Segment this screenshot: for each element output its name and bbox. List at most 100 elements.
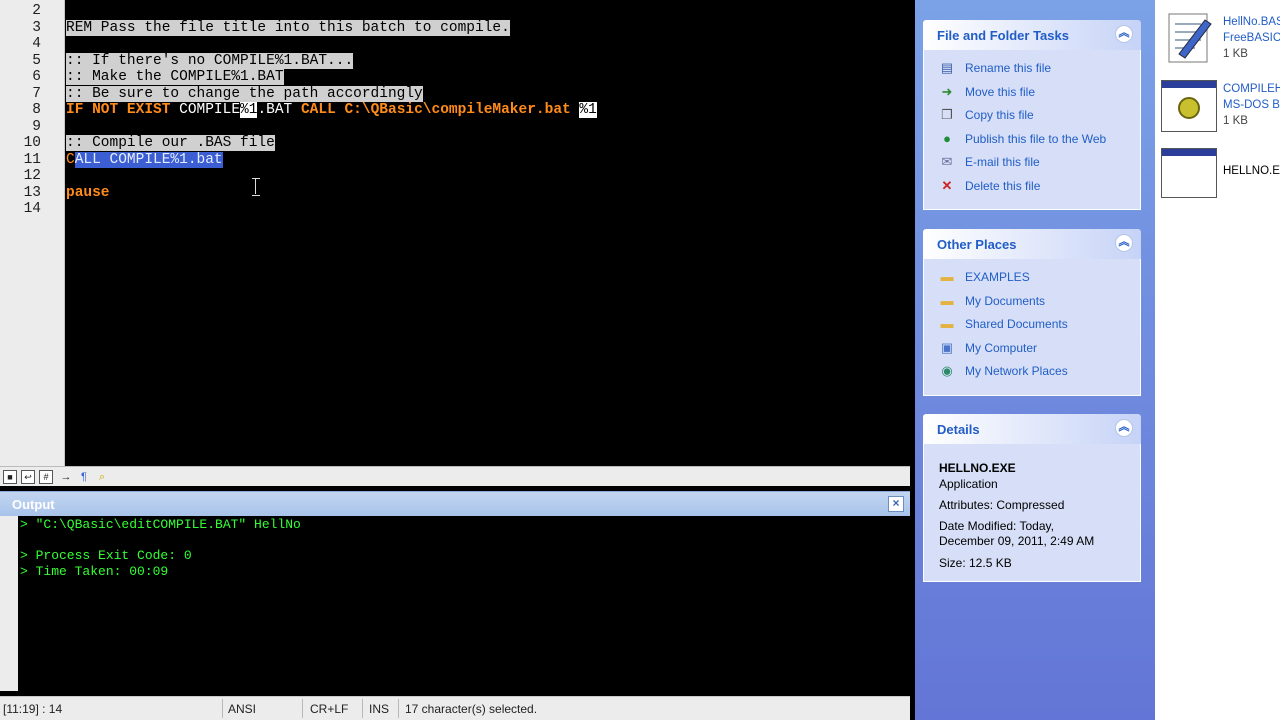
line-number: 12 — [23, 168, 41, 184]
stop-icon[interactable]: ■ — [3, 470, 17, 484]
detail-filename: HELLNO.EXE — [939, 461, 1016, 475]
code-line-10[interactable]: :: Compile our .BAS file — [66, 135, 275, 152]
panel-title: Details — [937, 422, 980, 437]
line-number-gutter: 2 3 4 5 6 7 8 9 10 11 12 13 14 — [0, 0, 65, 466]
code-area[interactable]: REM Pass the file title into this batch … — [66, 0, 910, 466]
code-line-5[interactable]: :: If there's no COMPILE%1.BAT... — [66, 52, 354, 70]
details-header[interactable]: Details ︽ — [923, 414, 1141, 444]
line-start-char: C — [66, 151, 75, 168]
folder-icon: ▬ — [940, 316, 954, 331]
collapse-icon[interactable]: ︽ — [1115, 234, 1133, 252]
comment: :: If there's no COMPILE%1.BAT... — [66, 52, 354, 69]
file-type: MS-DOS B — [1223, 99, 1280, 111]
line-number: 11 — [23, 151, 41, 168]
task-label: Delete this file — [965, 179, 1041, 193]
compile-text: COMPILE — [170, 102, 241, 118]
text-cursor-icon — [252, 176, 260, 196]
pause-keyword: pause — [66, 184, 110, 201]
detail-type: Application — [939, 477, 998, 491]
output-panel-header: Output × — [0, 491, 910, 516]
delete-icon: ✕ — [941, 178, 953, 193]
output-line: > "C:\QBasic\editCOMPILE.BAT" HellNo — [20, 517, 301, 532]
collapse-icon[interactable]: ︽ — [1115, 25, 1133, 43]
code-editor[interactable]: 2 3 4 5 6 7 8 9 10 11 12 13 14 REM Pass … — [0, 0, 910, 466]
comment: :: Make the COMPILE%1.BAT — [66, 69, 284, 85]
output-console[interactable]: > "C:\QBasic\editCOMPILE.BAT" HellNo > P… — [18, 516, 910, 691]
output-line: > Time Taken: 00:09 — [20, 564, 169, 579]
code-line-8[interactable]: IF NOT EXIST COMPILE%1.BAT CALL C:\QBasi… — [66, 102, 597, 119]
code-line-7[interactable]: :: Be sure to change the path accordingl… — [66, 85, 423, 103]
encoding-status: ANSI — [228, 702, 257, 716]
place-label: My Computer — [965, 341, 1038, 355]
details-body: HELLNO.EXE Application Attributes: Compr… — [923, 444, 1141, 582]
folder-icon: ▬ — [940, 269, 954, 284]
collapse-icon[interactable]: ︽ — [1115, 419, 1133, 437]
line-number: 6 — [32, 69, 41, 85]
exe-file-icon — [1161, 148, 1217, 198]
network-icon: ◉ — [941, 363, 953, 378]
place-label: My Documents — [965, 294, 1046, 308]
move-icon: ➜ — [941, 84, 953, 99]
place-label: Shared Documents — [965, 317, 1068, 331]
insert-mode-status: INS — [369, 702, 390, 716]
publish-web-icon: ● — [943, 131, 951, 146]
pin-icon[interactable]: ⌕ — [94, 469, 110, 485]
variable-token: %1 — [579, 102, 597, 118]
task-label: Publish this file to the Web — [965, 132, 1107, 146]
line-number: 10 — [23, 135, 41, 151]
rename-icon: ▤ — [940, 60, 954, 75]
code-line-11[interactable]: CALL COMPILE%1.bat — [66, 151, 223, 169]
line-number: 14 — [23, 201, 41, 217]
detail-size: Size: 12.5 KB — [939, 556, 1012, 570]
variable-token: %1 — [240, 102, 258, 118]
email-icon: ✉ — [941, 154, 953, 169]
selected-text: ALL COMPILE%1.bat — [74, 151, 223, 168]
detail-modified-label: Date Modified: Today, — [939, 519, 1054, 533]
path-text: C:\QBasic\compileMaker.bat — [335, 102, 580, 118]
file-size: 1 KB — [1223, 48, 1248, 60]
comment: :: Be sure to change the path accordingl… — [66, 85, 423, 102]
batch-file-icon — [1161, 80, 1217, 132]
editor-toolbar: ■ ↩ # → ¶ ⌕ — [0, 466, 910, 486]
file-name: COMPILEH — [1223, 83, 1280, 95]
line-ending-status: CR+LF — [310, 702, 349, 716]
close-icon[interactable]: × — [888, 496, 904, 512]
cursor-position: [11:19] : 14 — [3, 702, 63, 716]
file-name: HELLNO.E — [1223, 165, 1280, 177]
task-label: E-mail this file — [965, 155, 1040, 169]
detail-modified-date: December 09, 2011, 2:49 AM — [939, 534, 1095, 548]
code-line-3[interactable]: REM Pass the file title into this batch … — [66, 19, 510, 37]
output-title: Output — [12, 497, 55, 512]
code-line-6[interactable]: :: Make the COMPILE%1.BAT — [66, 69, 284, 86]
pilcrow-icon[interactable]: ¶ — [76, 469, 92, 485]
detail-attributes: Attributes: Compressed — [939, 498, 1065, 512]
arrow-icon[interactable]: → — [58, 469, 74, 485]
panel-title: File and Folder Tasks — [937, 28, 1069, 43]
file-size: 1 KB — [1223, 115, 1248, 127]
copy-icon: ❐ — [941, 107, 953, 122]
line-number: 2 — [32, 3, 41, 19]
file-list[interactable]: HellNo.BAS FreeBASIC 1 KB COMPILEH MS-DO… — [1155, 0, 1280, 720]
other-places-header[interactable]: Other Places ︽ — [923, 229, 1141, 259]
task-label: Rename this file — [965, 61, 1052, 75]
file-folder-tasks-header[interactable]: File and Folder Tasks ︽ — [923, 20, 1141, 50]
file-name: HellNo.BAS — [1223, 16, 1280, 28]
selection-status: 17 character(s) selected. — [405, 702, 538, 716]
bat-extension: .BAT — [257, 102, 293, 118]
task-label: Copy this file — [965, 108, 1034, 122]
other-places-body: ▬ EXAMPLES ▬ My Documents ▬ Shared Docum… — [923, 259, 1141, 396]
my-documents-icon: ▬ — [940, 293, 954, 308]
code-line-13[interactable]: pause — [66, 185, 110, 202]
line-number: 3 — [32, 19, 41, 36]
line-number: 7 — [32, 85, 41, 102]
file-folder-tasks-body: ▤ Rename this file ➜ Move this file ❐ Co… — [923, 50, 1141, 210]
panel-title: Other Places — [937, 237, 1017, 252]
computer-icon: ▣ — [940, 340, 954, 355]
line-number: 13 — [23, 184, 41, 201]
output-margin — [0, 516, 18, 691]
explorer-task-pane: File and Folder Tasks ︽ ▤ Rename this fi… — [915, 0, 1155, 720]
undo-icon[interactable]: ↩ — [21, 470, 35, 484]
line-number: 8 — [32, 102, 41, 118]
grid-icon[interactable]: # — [39, 470, 53, 484]
comment: :: Compile our .BAS file — [66, 135, 275, 151]
